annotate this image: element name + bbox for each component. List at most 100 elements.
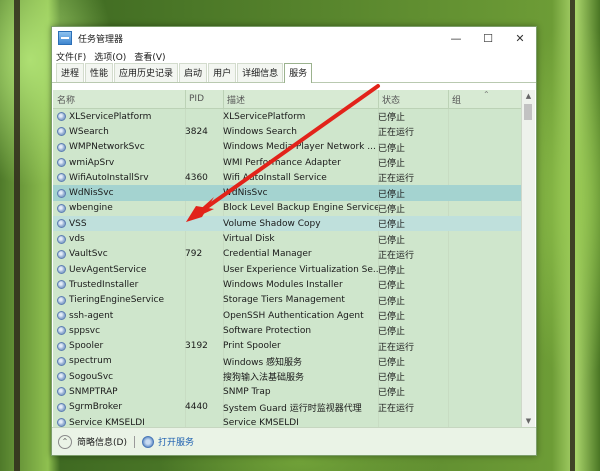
column-header-status[interactable]: 状态 bbox=[378, 90, 448, 108]
service-name-cell: SNMPTRAP bbox=[53, 387, 185, 397]
table-row[interactable]: ssh-agent OpenSSH Authentication Agent 已停止 bbox=[53, 308, 521, 323]
service-name: XLServicePlatform bbox=[69, 111, 152, 122]
service-pid: 792 bbox=[185, 249, 203, 260]
menu-file[interactable]: 文件(F) bbox=[56, 50, 86, 63]
column-header-description[interactable]: 描述 bbox=[223, 90, 378, 108]
service-name: wmiApSrv bbox=[69, 157, 115, 168]
service-name: WdNisSvc bbox=[69, 188, 114, 199]
window-title: 任务管理器 bbox=[78, 34, 124, 45]
service-name-cell: Spooler bbox=[53, 341, 185, 351]
tab-startup[interactable]: 启动 bbox=[179, 63, 208, 82]
menu-view[interactable]: 查看(V) bbox=[134, 50, 165, 63]
service-name: wbengine bbox=[69, 203, 113, 214]
scroll-up-icon[interactable]: ▲ bbox=[522, 90, 535, 102]
service-status: 已停止 bbox=[378, 204, 406, 215]
service-name: sppsvc bbox=[69, 325, 101, 336]
tab-users[interactable]: 用户 bbox=[208, 63, 237, 82]
table-row[interactable]: Service KMSELDI Service KMSELDI bbox=[53, 415, 521, 427]
service-gear-icon bbox=[57, 234, 66, 244]
service-name-cell: spectrum bbox=[53, 356, 185, 366]
service-status: 正在运行 bbox=[378, 403, 415, 414]
table-row[interactable]: VSS Volume Shadow Copy 已停止 bbox=[53, 216, 521, 232]
table-row[interactable]: Spooler 3192 Print Spooler 正在运行 bbox=[53, 338, 521, 353]
table-row[interactable]: WifiAutoInstallSrv 4360 Wifi AutoInstall S… bbox=[53, 170, 521, 185]
service-status: 正在运行 bbox=[378, 342, 415, 353]
service-status: 已停止 bbox=[378, 189, 406, 200]
service-description: WMI Performance Adapter bbox=[223, 157, 341, 168]
table-row[interactable]: SNMPTRAP SNMP Trap 已停止 bbox=[53, 384, 521, 399]
table-row[interactable]: UevAgentService User Experience Virtualiz… bbox=[53, 262, 521, 277]
column-header-name[interactable]: 名称 bbox=[53, 93, 185, 106]
maximize-button[interactable]: ☐ bbox=[472, 27, 504, 49]
vertical-scrollbar[interactable]: ▲ ▼ bbox=[521, 90, 535, 427]
table-row[interactable]: SogouSvc 搜狗输入法基础服务 已停止 bbox=[53, 369, 521, 384]
table-row[interactable]: TrustedInstaller Windows Modules Installe… bbox=[53, 277, 521, 292]
tab-details[interactable]: 详细信息 bbox=[237, 63, 284, 82]
service-status: 正在运行 bbox=[378, 174, 415, 185]
tab-app-history[interactable]: 应用历史记录 bbox=[114, 63, 179, 82]
service-description: OpenSSH Authentication Agent bbox=[223, 310, 364, 321]
less-details-button[interactable]: 简略信息(D) bbox=[77, 435, 127, 448]
service-description: Wifi AutoInstall Service bbox=[223, 172, 327, 183]
service-status: 已停止 bbox=[378, 357, 406, 368]
table-row[interactable]: WSearch 3824 Windows Search 正在运行 bbox=[53, 124, 521, 139]
service-description: Virtual Disk bbox=[223, 234, 275, 245]
column-header-pid[interactable]: PID bbox=[185, 90, 223, 108]
service-gear-icon bbox=[57, 219, 66, 229]
service-name-cell: VaultSvc bbox=[53, 249, 185, 259]
table-row[interactable]: SgrmBroker 4440 System Guard 运行时监视器代理 正在运行 bbox=[53, 400, 521, 415]
service-description: XLServicePlatform bbox=[223, 111, 306, 122]
table-row[interactable]: XLServicePlatform XLServicePlatform 已停止 bbox=[53, 109, 521, 124]
close-button[interactable]: ✕ bbox=[504, 27, 536, 49]
service-description: 搜狗输入法基础服务 bbox=[223, 373, 305, 384]
tab-bar: 进程 性能 应用历史记录 启动 用户 详细信息 服务 bbox=[52, 63, 536, 83]
footer-divider bbox=[133, 435, 135, 448]
scroll-down-icon[interactable]: ▼ bbox=[522, 415, 535, 427]
table-row[interactable]: wbengine Block Level Backup Engine Servic… bbox=[53, 201, 521, 216]
tab-services[interactable]: 服务 bbox=[284, 63, 313, 83]
open-services-link[interactable]: 打开服务 bbox=[158, 435, 194, 448]
table-row[interactable]: WdNisSvc WdNisSvc 已停止 bbox=[53, 185, 521, 201]
background-tree-trunk bbox=[14, 0, 20, 471]
service-name: WSearch bbox=[69, 126, 109, 137]
table-row[interactable]: vds Virtual Disk 已停止 bbox=[53, 231, 521, 246]
service-gear-icon bbox=[57, 158, 66, 168]
table-row[interactable]: sppsvc Software Protection 已停止 bbox=[53, 323, 521, 338]
table-row[interactable]: WMPNetworkSvc Windows Media Player Networ… bbox=[53, 140, 521, 155]
scrollbar-thumb[interactable] bbox=[524, 104, 532, 120]
service-gear-icon bbox=[57, 203, 66, 213]
service-description: Windows Search bbox=[223, 126, 297, 137]
service-description: SNMP Trap bbox=[223, 386, 271, 397]
service-status: 已停止 bbox=[378, 281, 406, 292]
table-row[interactable]: VaultSvc 792 Credential Manager 正在运行 bbox=[53, 247, 521, 262]
service-name-cell: WdNisSvc bbox=[53, 188, 185, 198]
background-tree-trunk bbox=[570, 0, 575, 471]
services-icon[interactable] bbox=[141, 435, 154, 448]
table-row[interactable]: TieringEngineService Storage Tiers Manage… bbox=[53, 293, 521, 308]
column-header-group[interactable]: 组 bbox=[448, 90, 516, 108]
service-status: 正在运行 bbox=[378, 250, 415, 261]
tab-processes[interactable]: 进程 bbox=[56, 63, 85, 82]
service-pid: 3192 bbox=[185, 341, 208, 352]
service-name: Service KMSELDI bbox=[69, 417, 145, 427]
service-name-cell: VSS bbox=[53, 219, 185, 229]
title-bar[interactable]: 任务管理器 — ☐ ✕ bbox=[52, 27, 536, 49]
service-name: VSS bbox=[69, 218, 87, 229]
service-name: VaultSvc bbox=[69, 249, 108, 260]
service-status: 已停止 bbox=[378, 143, 406, 154]
service-pid: 4440 bbox=[185, 402, 208, 413]
service-status: 已停止 bbox=[378, 327, 406, 338]
table-row[interactable]: wmiApSrv WMI Performance Adapter 已停止 bbox=[53, 155, 521, 170]
service-description: User Experience Virtualization Se... bbox=[223, 264, 378, 275]
service-gear-icon bbox=[57, 112, 66, 122]
minimize-button[interactable]: — bbox=[440, 27, 472, 49]
tab-performance[interactable]: 性能 bbox=[85, 63, 114, 82]
chevron-up-circle-icon[interactable]: ⌃ bbox=[58, 434, 72, 449]
service-description: Windows Media Player Network ... bbox=[223, 142, 376, 153]
service-name: SgrmBroker bbox=[69, 402, 123, 413]
table-row[interactable]: spectrum Windows 感知服务 已停止 bbox=[53, 354, 521, 369]
menu-options[interactable]: 选项(O) bbox=[94, 50, 126, 63]
service-status: 已停止 bbox=[378, 312, 406, 322]
service-name: ssh-agent bbox=[69, 310, 114, 321]
service-description: Windows 感知服务 bbox=[223, 357, 303, 368]
